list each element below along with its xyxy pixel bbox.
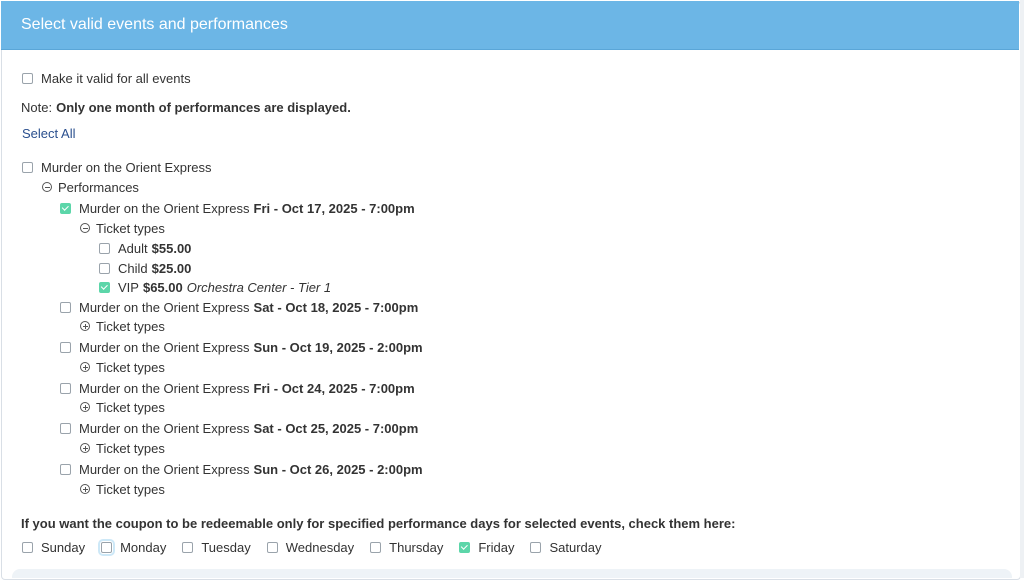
performance-item[interactable]: Murder on the Orient Express Sat - Oct 2… <box>60 418 418 438</box>
day-checkbox[interactable] <box>370 541 382 553</box>
day-label: Tuesday <box>201 539 251 555</box>
ticket-type-section: Orchestra Center - Tier 1 <box>186 279 332 295</box>
performance-date: Sun - Oct 19, 2025 - 2:00pm <box>253 339 423 355</box>
ticket-type-checkbox[interactable] <box>99 242 110 254</box>
performance-checkbox[interactable] <box>60 463 71 475</box>
day-option-thursday[interactable]: Thursday <box>370 540 443 555</box>
ticket-type-item[interactable]: VIP $65.00 Orchestra Center - Tier 1 <box>99 277 331 297</box>
note: Note: Only one month of performances are… <box>21 97 351 117</box>
ticket-type-name: Child <box>118 260 148 276</box>
performance-name: Murder on the Orient Express <box>79 299 250 315</box>
expand-icon[interactable] <box>80 443 90 453</box>
day-checkbox[interactable] <box>98 538 116 556</box>
performance-checkbox[interactable] <box>60 341 71 353</box>
day-label: Saturday <box>549 539 602 555</box>
expand-icon[interactable] <box>80 321 90 331</box>
ticket-type-checkbox[interactable] <box>99 281 110 293</box>
performances-toggle[interactable]: Performances <box>42 177 139 197</box>
expand-icon[interactable] <box>80 362 90 372</box>
ticket-types-label: Ticket types <box>96 440 165 456</box>
ticket-types-toggle[interactable]: Ticket types <box>80 218 165 238</box>
all-events-option[interactable]: Make it valid for all events <box>22 68 191 88</box>
days-prompt: If you want the coupon to be redeemable … <box>21 513 735 533</box>
day-option-wednesday[interactable]: Wednesday <box>266 539 355 555</box>
day-checkbox[interactable] <box>459 541 471 553</box>
weekday-options: Sunday Monday Tuesday Wednesday Thursday… <box>22 537 618 557</box>
day-label: Thursday <box>389 539 444 555</box>
all-events-checkbox[interactable] <box>22 72 33 84</box>
ticket-type-price: $65.00 <box>142 279 183 295</box>
performance-date: Fri - Oct 17, 2025 - 7:00pm <box>253 200 415 216</box>
performance-name: Murder on the Orient Express <box>79 461 250 477</box>
performance-checkbox[interactable] <box>60 202 71 214</box>
performance-name: Murder on the Orient Express <box>79 200 250 216</box>
panel-title: Select valid events and performances <box>21 16 288 33</box>
all-events-label: Make it valid for all events <box>41 70 191 86</box>
ticket-types-label: Ticket types <box>96 220 165 236</box>
expand-icon[interactable] <box>80 484 90 494</box>
collapse-icon[interactable] <box>42 182 52 192</box>
day-checkbox[interactable] <box>530 541 542 553</box>
select-all-link[interactable]: Select All <box>22 126 75 141</box>
day-option-monday[interactable]: Monday <box>98 538 167 556</box>
ticket-type-item[interactable]: Child $25.00 <box>99 258 191 278</box>
day-label: Wednesday <box>285 539 355 555</box>
performance-name: Murder on the Orient Express <box>79 339 250 355</box>
performance-item[interactable]: Murder on the Orient Express Sat - Oct 1… <box>60 297 418 317</box>
ticket-types-label: Ticket types <box>96 481 165 497</box>
performance-item[interactable]: Murder on the Orient Express Fri - Oct 1… <box>60 198 415 218</box>
event-item[interactable]: Murder on the Orient Express <box>22 157 212 177</box>
performance-item[interactable]: Murder on the Orient Express Sun - Oct 1… <box>60 337 423 357</box>
ticket-types-toggle[interactable]: Ticket types <box>80 357 165 377</box>
day-label: Friday <box>478 539 515 555</box>
performance-date: Sat - Oct 18, 2025 - 7:00pm <box>253 299 419 315</box>
performance-date: Sat - Oct 25, 2025 - 7:00pm <box>253 420 419 436</box>
days-prompt-text: If you want the coupon to be redeemable … <box>21 515 736 531</box>
performance-name: Murder on the Orient Express <box>79 420 250 436</box>
performance-checkbox[interactable] <box>60 301 71 313</box>
day-label: Monday <box>120 539 167 555</box>
window-edge <box>1020 0 1024 578</box>
ticket-types-label: Ticket types <box>96 359 165 375</box>
performance-checkbox[interactable] <box>60 422 71 434</box>
day-checkbox[interactable] <box>22 541 33 553</box>
collapse-icon[interactable] <box>80 223 90 233</box>
performance-checkbox[interactable] <box>60 382 71 394</box>
note-prefix: Note: <box>21 99 53 115</box>
note-text: Only one month of performances are displ… <box>56 99 351 115</box>
day-checkbox[interactable] <box>182 541 194 553</box>
event-name: Murder on the Orient Express <box>41 159 212 175</box>
ticket-types-label: Ticket types <box>96 399 165 415</box>
day-option-tuesday[interactable]: Tuesday <box>182 539 251 555</box>
select-all-row: Select All <box>22 123 75 143</box>
performance-item[interactable]: Murder on the Orient Express Fri - Oct 2… <box>60 378 415 398</box>
day-option-saturday[interactable]: Saturday <box>530 539 602 555</box>
ticket-type-price: $25.00 <box>151 260 192 276</box>
ticket-types-toggle[interactable]: Ticket types <box>80 479 165 499</box>
ticket-type-name: VIP <box>118 279 139 295</box>
performance-name: Murder on the Orient Express <box>79 380 250 396</box>
day-option-friday[interactable]: Friday <box>459 540 514 555</box>
ticket-types-toggle[interactable]: Ticket types <box>80 397 165 417</box>
panel-header: Select valid events and performances <box>1 1 1019 50</box>
event-checkbox[interactable] <box>22 161 33 173</box>
ticket-types-label: Ticket types <box>96 318 165 334</box>
ticket-type-name: Adult <box>118 240 148 256</box>
performance-item[interactable]: Murder on the Orient Express Sun - Oct 2… <box>60 459 423 479</box>
ticket-type-checkbox[interactable] <box>99 262 110 274</box>
performance-date: Fri - Oct 24, 2025 - 7:00pm <box>253 380 415 396</box>
ticket-types-toggle[interactable]: Ticket types <box>80 438 165 458</box>
performance-date: Sun - Oct 26, 2025 - 2:00pm <box>253 461 423 477</box>
next-panel-edge <box>12 569 1012 578</box>
day-checkbox[interactable] <box>266 541 278 553</box>
performances-label: Performances <box>58 179 139 195</box>
day-label: Sunday <box>41 539 86 555</box>
day-option-sunday[interactable]: Sunday <box>22 540 85 555</box>
ticket-type-price: $55.00 <box>151 240 192 256</box>
expand-icon[interactable] <box>80 402 90 412</box>
ticket-types-toggle[interactable]: Ticket types <box>80 316 165 336</box>
ticket-type-item[interactable]: Adult $55.00 <box>99 238 191 258</box>
